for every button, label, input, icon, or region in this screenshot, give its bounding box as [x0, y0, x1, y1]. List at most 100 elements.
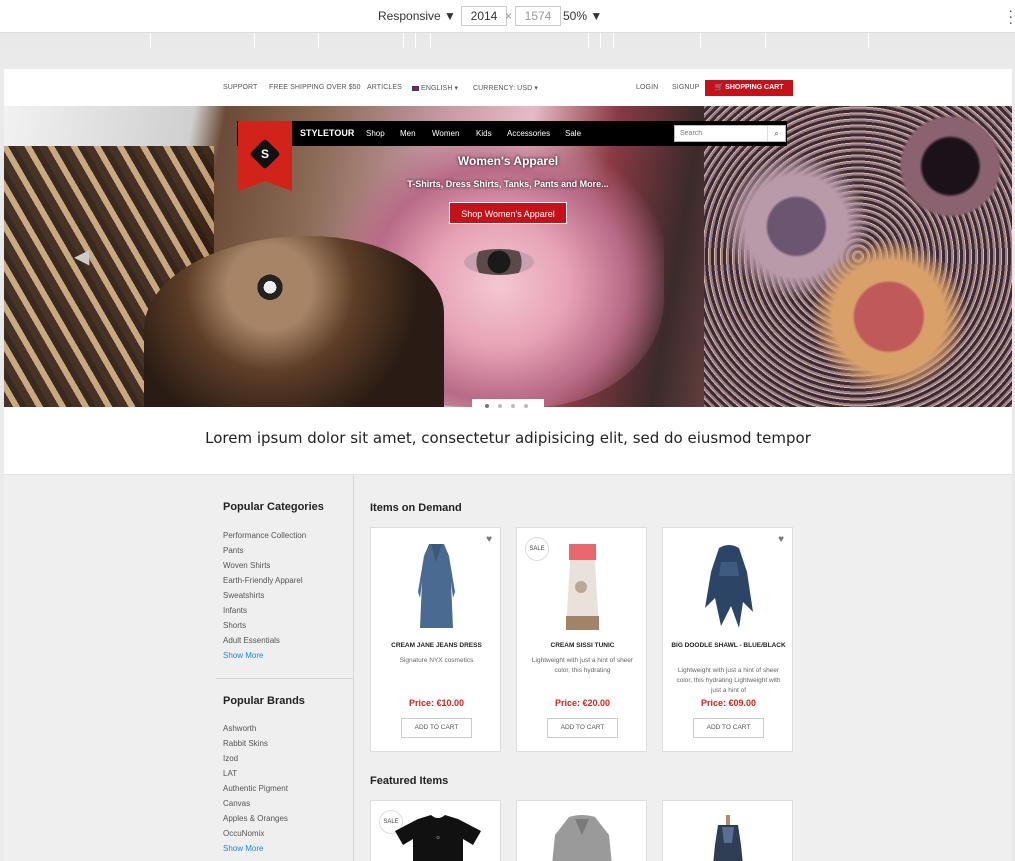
zoom-select[interactable]: 50% ▼ — [563, 9, 602, 23]
search-input[interactable] — [675, 126, 767, 141]
category-item[interactable]: Shorts — [223, 618, 306, 633]
brand-item[interactable]: OccuNomix — [223, 826, 288, 841]
language-select[interactable]: ENGLISH ▾ — [412, 84, 458, 92]
main-content: Popular Categories Performance Collectio… — [4, 474, 1012, 861]
language-label: ENGLISH — [421, 85, 453, 92]
hero-cta-button[interactable]: Shop Women's Apparel — [449, 202, 567, 224]
brand-item[interactable]: Izod — [223, 751, 288, 766]
articles-link[interactable]: ARTICLES — [367, 84, 402, 91]
slider-prev-arrow-icon[interactable]: ◀ — [74, 244, 89, 269]
ruler-tick — [613, 33, 614, 48]
brands-show-more[interactable]: Show More — [223, 844, 263, 853]
chevron-down-icon: ▼ — [590, 9, 603, 23]
brand-item[interactable]: Rabbit Skins — [223, 736, 288, 751]
slider-dot[interactable] — [485, 404, 489, 408]
slider-dot[interactable] — [511, 404, 515, 408]
brand-name[interactable]: STYLETOUR — [300, 128, 354, 138]
product-image — [566, 544, 599, 630]
slider-dot[interactable] — [498, 404, 502, 408]
category-item[interactable]: Adult Essentials — [223, 633, 306, 648]
login-link[interactable]: LOGIN — [636, 84, 658, 91]
cart-label: SHOPPING CART — [725, 84, 784, 91]
brand-item[interactable]: Apples & Oranges — [223, 811, 288, 826]
product-description: Lightweight with just a hint of sheer co… — [676, 667, 781, 694]
category-item[interactable]: Infants — [223, 603, 306, 618]
slider-dot[interactable] — [524, 404, 528, 408]
product-card[interactable]: SALE ☼ — [370, 800, 501, 861]
height-input[interactable]: 1574 — [515, 6, 561, 26]
product-name[interactable]: BIG DOODLE SHAWL - BLUE/BLACK — [668, 641, 789, 651]
cart-icon: 🛒 — [714, 84, 724, 91]
support-link[interactable]: SUPPORT — [223, 84, 257, 91]
search-icon[interactable]: ⌕ — [767, 126, 785, 141]
ruler-tick — [600, 33, 601, 48]
nav-kids[interactable]: Kids — [476, 129, 492, 138]
product-name[interactable]: CREAM SISSI TUNIC — [522, 641, 643, 651]
product-card[interactable] — [516, 800, 647, 861]
hero-subtitle: T-Shirts, Dress Shirts, Tanks, Pants and… — [407, 179, 609, 189]
svg-text:☼: ☼ — [435, 835, 441, 841]
add-to-cart-button[interactable]: ADD TO CART — [401, 718, 472, 738]
categories-show-more[interactable]: Show More — [223, 651, 263, 660]
category-item[interactable]: Performance Collection — [223, 528, 306, 543]
ruler-tick — [403, 33, 404, 48]
product-image — [713, 815, 743, 861]
product-description: Signature NYX cosmetics — [399, 657, 474, 664]
ruler-tick — [765, 33, 766, 48]
featured-items-heading: Featured Items — [370, 775, 449, 787]
zoom-label: 50% — [563, 9, 588, 23]
category-item[interactable]: Sweatshirts — [223, 588, 306, 603]
product-description: Lightweight with just a hint of sheer co… — [531, 657, 634, 674]
width-input[interactable]: 2014 — [461, 6, 507, 26]
model-eye-image — [464, 249, 534, 275]
beaded-headdress-image — [704, 106, 1012, 407]
ruler-tick — [700, 33, 701, 48]
caret-down-icon: ▾ — [534, 85, 538, 92]
nav-women[interactable]: Women — [432, 129, 459, 138]
nav-accessories[interactable]: Accessories — [507, 129, 550, 138]
nav-shop[interactable]: Shop — [366, 129, 385, 138]
product-price: Price: €10.00 — [408, 698, 465, 708]
product-card[interactable]: SALE CREAM SISSI TUNIC Lightweight with … — [516, 527, 647, 752]
more-options-icon[interactable]: · · · — [1008, 3, 1013, 29]
product-card[interactable] — [662, 800, 793, 861]
page-preview: SUPPORT FREE SHIPPING OVER $50 ARTICLES … — [4, 69, 1012, 861]
top-utility-bar: SUPPORT FREE SHIPPING OVER $50 ARTICLES … — [4, 69, 1012, 106]
brand-item[interactable]: Ashworth — [223, 721, 288, 736]
shipping-link[interactable]: FREE SHIPPING OVER $50 — [269, 84, 361, 91]
device-select[interactable]: Responsive ▼ — [378, 9, 456, 23]
category-item[interactable]: Woven Shirts — [223, 558, 306, 573]
shopping-cart-button[interactable]: 🛒 SHOPPING CART — [705, 80, 793, 96]
items-on-demand-heading: Items on Demand — [370, 502, 462, 514]
ruler-tick — [430, 33, 431, 48]
product-card[interactable]: ♥ CREAM JANE JEANS DRESS Signature NYX c… — [370, 527, 501, 752]
product-price: Price: €09.00 — [700, 698, 757, 708]
brand-item[interactable]: Canvas — [223, 796, 288, 811]
category-item[interactable]: Earth-Friendly Apparel — [223, 573, 306, 588]
uk-flag-icon — [412, 85, 419, 91]
slider-pagination — [472, 399, 544, 413]
add-to-cart-button[interactable]: ADD TO CART — [693, 718, 764, 738]
category-list: Performance Collection Pants Woven Shirt… — [223, 528, 306, 648]
signup-link[interactable]: SIGNUP — [672, 84, 699, 91]
nav-sale[interactable]: Sale — [565, 129, 581, 138]
ruler-tick — [868, 33, 869, 48]
heart-icon[interactable]: ♥ — [778, 534, 784, 545]
product-card[interactable]: ♥ BIG DOODLE SHAWL - BLUE/BLACK Lightwei… — [662, 527, 793, 752]
search-box: ⌕ — [674, 125, 786, 142]
currency-label: CURRENCY: USD — [473, 85, 533, 92]
product-name[interactable]: CREAM JANE JEANS DRESS — [376, 641, 497, 651]
device-toolbar: Responsive ▼ 2014 × 1574 50% ▼ · · · — [0, 0, 1015, 33]
brand-list: Ashworth Rabbit Skins Izod LAT Authentic… — [223, 721, 288, 841]
brand-item[interactable]: Authentic Pigment — [223, 781, 288, 796]
category-item[interactable]: Pants — [223, 543, 306, 558]
heart-icon[interactable]: ♥ — [486, 534, 492, 545]
hero-slider: ◀ S STYLETOUR Shop Men Women Kids Access… — [4, 106, 1012, 407]
sidebar: Popular Categories Performance Collectio… — [4, 475, 354, 861]
add-to-cart-button[interactable]: ADD TO CART — [547, 718, 618, 738]
device-label: Responsive — [378, 9, 441, 23]
currency-select[interactable]: CURRENCY: USD ▾ — [473, 84, 538, 92]
brand-item[interactable]: LAT — [223, 766, 288, 781]
nav-men[interactable]: Men — [400, 129, 416, 138]
tagline: Lorem ipsum dolor sit amet, consectetur … — [205, 429, 811, 447]
